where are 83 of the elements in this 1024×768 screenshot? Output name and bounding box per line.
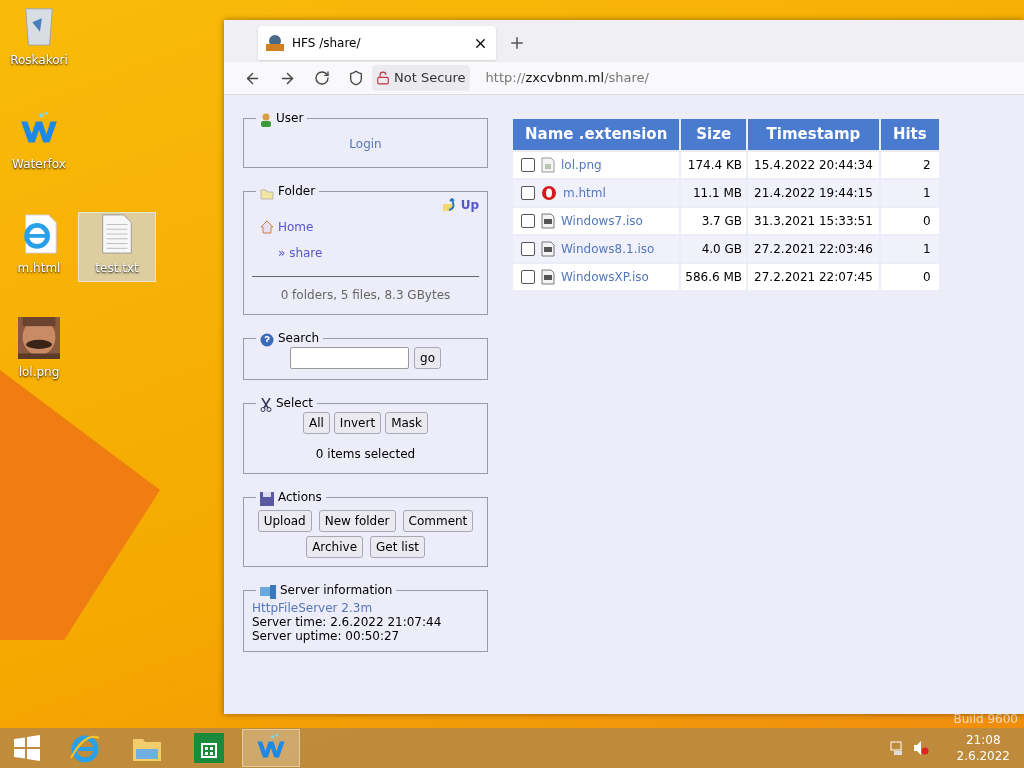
select-button[interactable]: All: [302, 412, 330, 434]
ring-logo-icon: [541, 185, 557, 201]
file-link[interactable]: Windows8.1.iso: [561, 240, 655, 258]
breadcrumb-link[interactable]: » share: [278, 246, 323, 260]
clock-time: 21:08: [966, 732, 1001, 748]
table-cell: 11.1 MB: [681, 180, 747, 206]
new-tab-icon[interactable]: [508, 34, 526, 52]
panel-title: Search: [278, 330, 320, 347]
security-indicator[interactable]: Not Secure: [372, 65, 470, 91]
disc-image-file-icon: [541, 213, 555, 229]
action-button[interactable]: Archive: [306, 536, 364, 558]
table-cell: 0: [880, 208, 939, 234]
row-checkbox[interactable]: [521, 242, 535, 256]
home-icon: [260, 220, 274, 234]
file-link[interactable]: lol.png: [561, 156, 602, 174]
file-link[interactable]: Windows7.iso: [561, 212, 643, 230]
column-header[interactable]: Size: [681, 119, 747, 150]
table-cell: 1: [880, 236, 939, 262]
store-bag-icon: [194, 733, 224, 763]
computer-icon: [260, 585, 276, 599]
folder-icon: [260, 188, 274, 200]
build-watermark: Build 9600: [953, 711, 1018, 728]
browser-tab[interactable]: HFS /share/: [258, 26, 496, 60]
user-icon: [260, 113, 272, 127]
unlocked-icon: [376, 71, 390, 85]
table-cell: 4.0 GB: [681, 236, 747, 262]
server-info-line: Server uptime: 00:50:27: [252, 629, 401, 643]
row-checkbox[interactable]: [521, 158, 535, 172]
disc-image-file-icon: [541, 241, 555, 257]
action-button[interactable]: Get list: [370, 536, 425, 558]
selection-status: 0 items selected: [315, 447, 416, 461]
panel-title: Folder: [278, 183, 316, 200]
row-checkbox[interactable]: [521, 270, 535, 284]
table-cell: 15.4.2022 20:44:34: [748, 152, 879, 178]
scissors-icon: [260, 398, 272, 412]
table-cell: 27.2.2021 22:03:46: [748, 236, 879, 262]
login-link[interactable]: Login: [349, 137, 382, 151]
panel-title: Select: [276, 395, 314, 412]
up-link[interactable]: Up: [460, 196, 479, 214]
table-cell: 27.2.2021 22:07:45: [748, 264, 879, 290]
file-link[interactable]: WindowsXP.iso: [561, 268, 649, 286]
column-header[interactable]: Name .extension: [513, 119, 680, 150]
table-cell: 21.4.2022 19:44:15: [748, 180, 879, 206]
action-button[interactable]: Comment: [402, 510, 474, 532]
reload-icon[interactable]: [314, 70, 330, 86]
url-text: http://zxcvbnm.ml/share/: [485, 69, 649, 88]
windows-logo-icon: [14, 735, 40, 761]
server-info-line: Server time: 2.6.2022 21:07:44: [252, 615, 443, 629]
text-file-icon: [100, 213, 134, 255]
clock-date: 2.6.2022: [956, 748, 1010, 764]
muted-speaker-icon[interactable]: [912, 740, 929, 756]
table-cell: 1: [880, 180, 939, 206]
select-button[interactable]: Mask: [385, 412, 429, 434]
panel-title: Actions: [278, 489, 322, 506]
hfs-logo-icon: [266, 35, 284, 51]
disc-image-file-icon: [541, 269, 555, 285]
clock[interactable]: 21:08 2.6.2022: [944, 732, 1022, 764]
file-link[interactable]: m.html: [563, 184, 606, 202]
action-button[interactable]: Upload: [257, 510, 312, 532]
row-checkbox[interactable]: [521, 186, 535, 200]
column-header[interactable]: Timestamp: [748, 119, 879, 150]
table-cell: 2: [880, 152, 939, 178]
column-header[interactable]: Hits: [880, 119, 939, 150]
table-cell: 586.6 MB: [681, 264, 747, 290]
row-checkbox[interactable]: [521, 214, 535, 228]
home-link[interactable]: Home: [278, 218, 314, 236]
folder-up-icon: [442, 198, 457, 212]
image-file-icon: [541, 157, 555, 173]
search-field[interactable]: [290, 347, 409, 369]
panel-title: User: [276, 110, 304, 127]
help-icon: [260, 333, 274, 347]
table-cell: 174.4 KB: [681, 152, 747, 178]
table-cell: 31.3.2021 15:33:51: [748, 208, 879, 234]
action-button[interactable]: New folder: [318, 510, 396, 532]
select-button[interactable]: Invert: [333, 412, 382, 434]
panel-title: Server information: [280, 582, 393, 599]
tab-title: HFS /share/: [292, 35, 362, 52]
folder-summary: 0 folders, 5 files, 8.3 GBytes: [280, 288, 451, 302]
table-cell: 3.7 GB: [681, 208, 747, 234]
shield-icon: [348, 70, 364, 86]
table-cell: 0: [880, 264, 939, 290]
go-button[interactable]: go: [414, 347, 441, 369]
server-version-link[interactable]: HttpFileServer 2.3m: [252, 601, 479, 615]
